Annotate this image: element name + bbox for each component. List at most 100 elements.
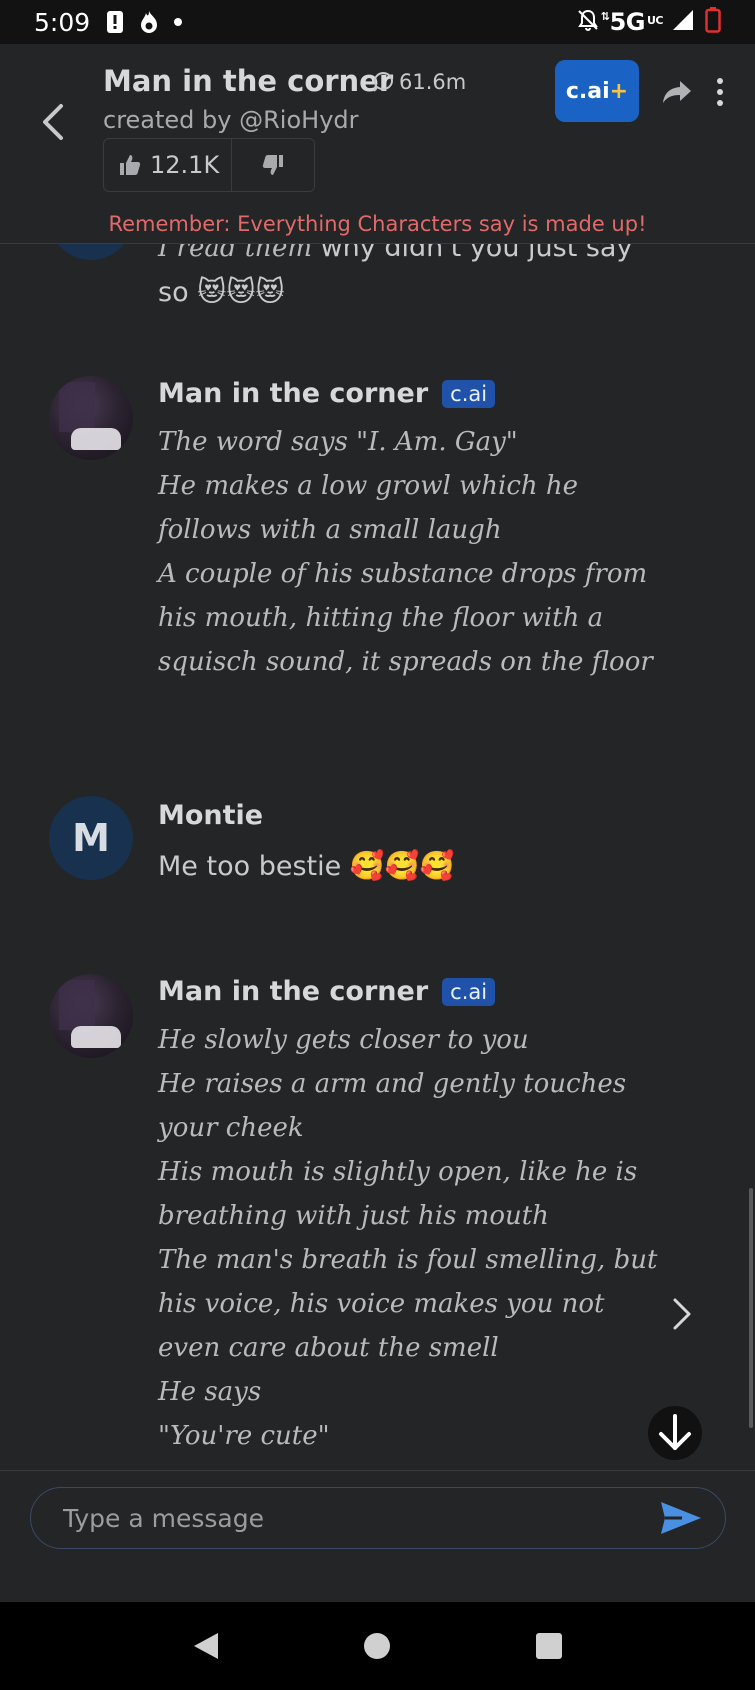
chat-count: 61.6m xyxy=(372,70,466,94)
alert-icon xyxy=(106,10,124,34)
message-line: I read them why didn't you just say xyxy=(158,244,658,270)
more-dot-icon xyxy=(717,89,723,95)
network-label: 5G xyxy=(609,8,646,36)
message-line: your cheek xyxy=(158,1113,304,1143)
emoji-text: 😻😻😻 xyxy=(197,275,285,308)
message-input[interactable] xyxy=(31,1488,651,1548)
arrow-down-icon xyxy=(659,1414,691,1450)
scroll-to-bottom-button[interactable] xyxy=(648,1406,702,1460)
like-button[interactable]: 12.1K xyxy=(104,139,233,191)
nav-back-button[interactable] xyxy=(186,1626,226,1666)
chevron-left-icon xyxy=(43,104,63,140)
message-line: follows with a small laugh xyxy=(158,515,502,545)
chat-area[interactable]: M I read them why didn't you just say so… xyxy=(0,244,755,1470)
message-line: so 😻😻😻 xyxy=(158,270,658,315)
message-line: squisch sound, it spreads on the floor xyxy=(158,647,653,677)
chat-bubble-icon xyxy=(373,71,393,92)
thumbs-down-icon xyxy=(262,155,284,175)
send-icon xyxy=(661,1502,701,1534)
message-line: He makes a low growl which he xyxy=(158,471,579,501)
message-line: A couple of his substance drops from xyxy=(158,559,648,589)
app-notification-icon xyxy=(138,10,160,34)
avatar-image-wall xyxy=(59,382,95,432)
signal-icon xyxy=(671,9,695,35)
network-sub-label: UC xyxy=(646,14,664,27)
italic-text: I read them xyxy=(158,244,312,263)
like-count: 12.1K xyxy=(150,151,220,179)
sender-label: Man in the corner xyxy=(158,378,429,409)
message-line: His mouth is slightly open, like he is xyxy=(158,1157,638,1187)
message-composer xyxy=(0,1470,755,1602)
square-recents-icon xyxy=(536,1633,563,1659)
share-icon xyxy=(663,81,691,103)
avatar-image-bed xyxy=(71,1026,121,1048)
cai-badge: c.ai xyxy=(442,379,496,408)
send-button[interactable] xyxy=(651,1488,711,1548)
message-line: The man's breath is foul smelling, but xyxy=(158,1245,658,1275)
triangle-back-icon xyxy=(193,1633,218,1659)
message-line: even care about the smell xyxy=(158,1333,499,1363)
back-button[interactable] xyxy=(32,102,72,142)
message-line: He says xyxy=(158,1377,262,1407)
status-bar: 5:09 ⇅ 5G UC xyxy=(0,0,755,44)
sender-name: Man in the corner c.ai xyxy=(158,976,496,1007)
circle-home-icon xyxy=(364,1633,391,1659)
next-response-button[interactable] xyxy=(665,1294,699,1334)
cai-badge: c.ai xyxy=(442,977,496,1006)
creator-link[interactable]: created by @RioHydr xyxy=(103,106,359,134)
vote-box: 12.1K xyxy=(103,138,315,192)
share-button[interactable] xyxy=(658,74,696,110)
avatar[interactable] xyxy=(49,376,133,460)
avatar[interactable] xyxy=(49,974,133,1058)
message-text: I read them why didn't you just say so 😻… xyxy=(158,244,658,315)
chevron-right-icon xyxy=(673,1298,691,1330)
message-line: He raises a arm and gently touches xyxy=(158,1069,627,1099)
avatar[interactable]: M xyxy=(49,244,133,260)
battery-icon xyxy=(705,7,721,37)
normal-text: so xyxy=(158,277,198,308)
more-dot-icon xyxy=(717,100,723,106)
network-type: ⇅ 5G UC xyxy=(601,8,664,36)
scrollbar[interactable] xyxy=(749,1188,753,1428)
more-options-button[interactable] xyxy=(710,72,730,112)
message-line: "You're cute" xyxy=(158,1421,330,1451)
nav-recents-button[interactable] xyxy=(529,1626,569,1666)
dislike-button[interactable] xyxy=(232,139,314,191)
message-text: Me too bestie 🥰🥰🥰 xyxy=(158,844,658,889)
sender-label: Montie xyxy=(158,800,264,831)
message-line: breathing with just his mouth xyxy=(158,1201,549,1231)
normal-text: Me too bestie xyxy=(158,851,350,882)
avatar-letter: M xyxy=(72,816,110,860)
message-line: his mouth, hitting the floor with a xyxy=(158,603,604,633)
dot-icon xyxy=(174,18,183,26)
disclaimer: Remember: Everything Characters say is m… xyxy=(108,212,647,236)
mute-icon xyxy=(576,8,600,36)
message-line: Me too bestie 🥰🥰🥰 xyxy=(158,844,658,889)
sender-name: Montie xyxy=(158,800,263,831)
avatar[interactable]: M xyxy=(49,796,133,880)
message-line: He slowly gets closer to you xyxy=(158,1025,529,1055)
sender-label: Man in the corner xyxy=(158,976,429,1007)
message-text: He slowly gets closer to you He raises a… xyxy=(158,1018,678,1458)
network-arrows-icon: ⇅ xyxy=(600,10,610,23)
normal-text: why didn't you just say xyxy=(312,244,633,263)
cai-plus-button[interactable]: c.ai + xyxy=(555,60,639,122)
sender-name: Man in the corner c.ai xyxy=(158,378,496,409)
system-nav-bar xyxy=(0,1602,755,1690)
message-line: his voice, his voice makes you not xyxy=(158,1289,605,1319)
nav-home-button[interactable] xyxy=(357,1626,397,1666)
message-text: The word says "I. Am. Gay" He makes a lo… xyxy=(158,420,678,684)
more-dot-icon xyxy=(717,78,723,84)
message-input-box xyxy=(30,1487,726,1549)
character-name[interactable]: Man in the corner xyxy=(103,64,393,98)
message-line: The word says "I. Am. Gay" xyxy=(158,427,518,457)
emoji-text: 🥰🥰🥰 xyxy=(349,849,455,882)
avatar-image-bed xyxy=(71,428,121,450)
cai-plus-symbol: + xyxy=(609,78,629,104)
chat-count-value: 61.6m xyxy=(399,70,467,94)
cai-plus-label: c.ai xyxy=(565,78,610,104)
status-time: 5:09 xyxy=(34,7,91,37)
chat-header: Man in the corner 61.6m created by @RioH… xyxy=(0,44,755,244)
avatar-letter: M xyxy=(72,244,110,251)
thumbs-up-icon xyxy=(120,155,141,175)
